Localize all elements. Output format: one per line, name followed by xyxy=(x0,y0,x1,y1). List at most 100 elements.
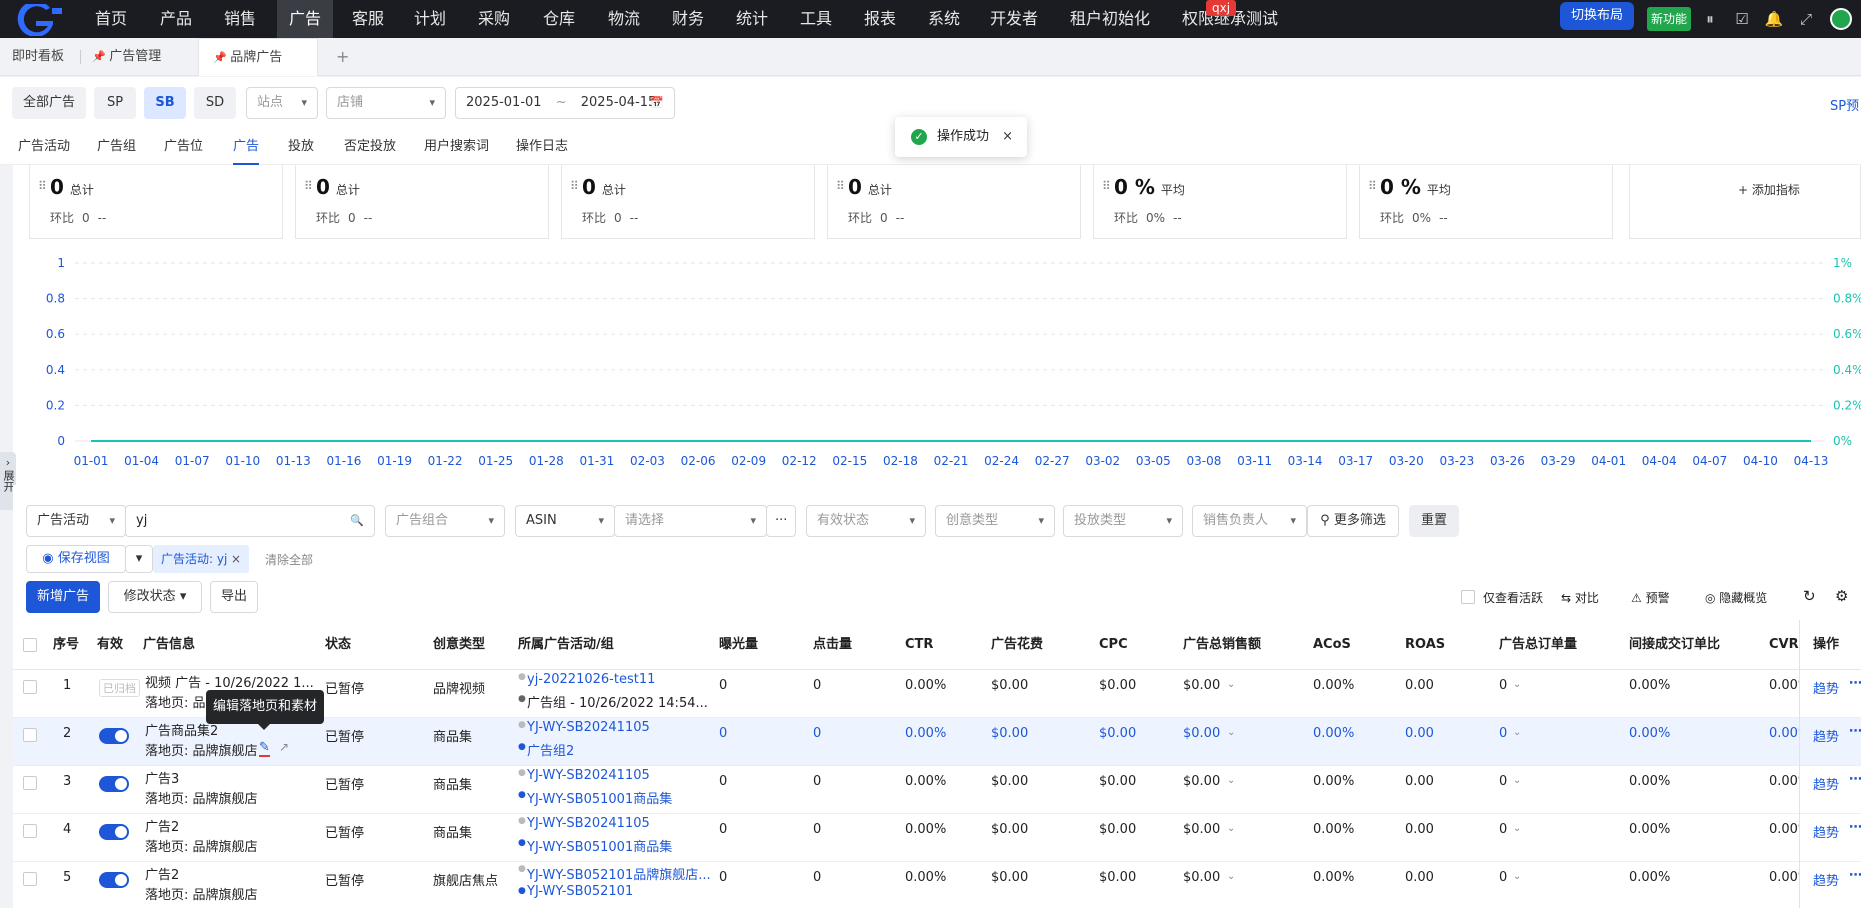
nav-item-10[interactable]: 统计 xyxy=(736,0,768,38)
close-icon[interactable]: × xyxy=(231,545,241,573)
chevron-down-icon[interactable]: ▾ xyxy=(125,545,153,573)
add-tab-button[interactable]: + xyxy=(336,38,349,76)
row-checkbox[interactable] xyxy=(23,776,37,790)
more-options-icon[interactable]: ··· xyxy=(766,505,796,537)
drag-handle-icon[interactable]: ⠿ xyxy=(38,179,47,193)
only-active-checkbox[interactable] xyxy=(1461,590,1475,604)
trend-link[interactable]: 趋势 xyxy=(1813,822,1839,841)
pause-icon[interactable]: ⏸ xyxy=(1700,9,1720,29)
column-header[interactable]: ROAS xyxy=(1405,620,1445,670)
subtab-ad[interactable]: 广告 xyxy=(233,129,260,165)
chevron-down-icon[interactable]: ⌄ xyxy=(1513,679,1521,690)
refresh-icon[interactable]: ↻ xyxy=(1803,587,1816,605)
row-checkbox[interactable] xyxy=(23,824,37,838)
chevron-down-icon[interactable]: ⌄ xyxy=(1513,823,1521,834)
trend-link[interactable]: 趋势 xyxy=(1813,678,1839,697)
shop-select[interactable]: 店铺 ▾ xyxy=(326,87,446,119)
tab-dashboard[interactable]: 即时看板 xyxy=(12,38,64,76)
row-checkbox[interactable] xyxy=(23,680,37,694)
column-header[interactable]: CTR xyxy=(905,620,933,670)
filter-sd[interactable]: SD xyxy=(194,87,236,119)
nav-item-0[interactable]: 首页 xyxy=(95,0,127,38)
nav-item-15[interactable]: 租户初始化 xyxy=(1070,0,1150,38)
nav-item-12[interactable]: 报表 xyxy=(864,0,896,38)
column-header[interactable]: 广告总销售额 xyxy=(1183,620,1261,670)
owner-select[interactable]: 销售负责人 ▾ xyxy=(1192,505,1307,537)
tab-ad-manage[interactable]: 📌 广告管理 xyxy=(92,38,161,76)
compare-button[interactable]: ⇆ 对比 xyxy=(1561,589,1599,606)
nav-item-8[interactable]: 物流 xyxy=(608,0,640,38)
more-filters-button[interactable]: ⚲ 更多筛选 xyxy=(1307,505,1399,537)
subtab-targeting[interactable]: 投放 xyxy=(288,129,314,165)
chevron-down-icon[interactable]: ⌄ xyxy=(1227,727,1235,738)
column-header[interactable]: 点击量 xyxy=(813,620,852,670)
avatar[interactable] xyxy=(1830,8,1852,30)
edit-icon[interactable]: ✎ xyxy=(259,740,270,757)
portfolio-select[interactable]: 广告组合 ▾ xyxy=(385,505,505,537)
calendar-check-icon[interactable]: ☑ xyxy=(1732,9,1752,29)
nav-item-5[interactable]: 计划 xyxy=(414,0,446,38)
select-all-checkbox[interactable] xyxy=(23,638,37,652)
logo-icon[interactable] xyxy=(16,4,62,36)
nav-item-4[interactable]: 客服 xyxy=(352,0,384,38)
clear-all-link[interactable]: 清除全部 xyxy=(265,551,313,568)
enable-toggle[interactable] xyxy=(99,776,129,792)
column-header[interactable]: 创意类型 xyxy=(433,620,485,670)
asin-type-select[interactable]: ASIN ▾ xyxy=(515,505,615,537)
column-header[interactable]: CPC xyxy=(1099,620,1128,670)
metric-card[interactable]: ⠿ 0 % 平均 环比 0% -- xyxy=(1359,165,1613,239)
nav-item-1[interactable]: 产品 xyxy=(160,0,192,38)
alert-button[interactable]: ⚠ 预警 xyxy=(1631,589,1670,606)
metric-card[interactable]: ⠿ 0 总计 环比 0 -- xyxy=(561,165,815,239)
more-icon[interactable]: ⋯ xyxy=(1849,724,1861,739)
chevron-down-icon[interactable]: ⌄ xyxy=(1513,727,1521,738)
search-field-select[interactable]: 广告活动 ▾ xyxy=(26,505,126,537)
trend-link[interactable]: 趋势 xyxy=(1813,726,1839,745)
drag-handle-icon[interactable]: ⠿ xyxy=(1368,179,1377,193)
asin-select[interactable]: 请选择 ▾ xyxy=(614,505,767,537)
table-row[interactable]: 3 广告3 落地页: 品牌旗舰店 已暂停 商品集 YJ-WY-SB20241105 YJ-W… xyxy=(13,766,1861,814)
drag-handle-icon[interactable]: ⠿ xyxy=(570,179,579,193)
drag-handle-icon[interactable]: ⠿ xyxy=(304,179,313,193)
chevron-down-icon[interactable]: ⌄ xyxy=(1513,775,1521,786)
chevron-down-icon[interactable]: ⌄ xyxy=(1227,871,1235,882)
date-range-picker[interactable]: 2025-01-01 ~ 2025-04-15 📅 xyxy=(455,87,675,119)
targeting-select[interactable]: 投放类型 ▾ xyxy=(1063,505,1183,537)
filter-sp[interactable]: SP xyxy=(94,87,136,119)
save-view-button[interactable]: ◉ 保存视图 xyxy=(26,545,126,573)
column-header[interactable]: 间接成交订单比 xyxy=(1629,620,1720,670)
drag-handle-icon[interactable]: ⠿ xyxy=(836,179,845,193)
nav-item-14[interactable]: 开发者 xyxy=(990,0,1038,38)
nav-item-2[interactable]: 销售 xyxy=(224,0,256,38)
column-header[interactable]: ACoS xyxy=(1313,620,1351,670)
chevron-down-icon[interactable]: ⌄ xyxy=(1513,871,1521,882)
site-select[interactable]: 站点 ▾ xyxy=(246,87,318,119)
column-header[interactable]: 所属广告活动/组 xyxy=(518,620,614,670)
gear-icon[interactable]: ⚙ xyxy=(1835,587,1848,605)
nav-item-11[interactable]: 工具 xyxy=(800,0,832,38)
row-checkbox[interactable] xyxy=(23,872,37,886)
table-row[interactable]: 2 广告商品集2 落地页: 品牌旗舰店 ✎ ↗ 已暂停 商品集 YJ-WY-SB2024110… xyxy=(13,718,1861,766)
table-row[interactable]: 5 广告2 落地页: 品牌旗舰店 已暂停 旗舰店焦点 YJ-WY-SB052101品牌旗舰… xyxy=(13,862,1861,908)
nav-item-7[interactable]: 仓库 xyxy=(543,0,575,38)
more-icon[interactable]: ⋯ xyxy=(1849,868,1861,883)
drag-handle-icon[interactable]: ⠿ xyxy=(1102,179,1111,193)
hide-overview-button[interactable]: ◎ 隐藏概览 xyxy=(1705,589,1767,606)
add-metric-card[interactable]: + 添加指标 xyxy=(1629,165,1861,239)
row-checkbox[interactable] xyxy=(23,728,37,742)
filter-sb[interactable]: SB xyxy=(144,87,186,119)
subtab-adgroup[interactable]: 广告组 xyxy=(97,129,136,165)
metric-card[interactable]: ⠿ 0 总计 环比 0 -- xyxy=(295,165,549,239)
enable-toggle[interactable] xyxy=(99,728,129,744)
external-link-icon[interactable]: ↗ xyxy=(279,740,289,754)
enable-toggle[interactable] xyxy=(99,872,129,888)
bell-icon[interactable]: 🔔 xyxy=(1764,9,1784,29)
close-icon[interactable]: × xyxy=(1002,117,1013,157)
column-header[interactable]: 广告总订单量 xyxy=(1499,620,1577,670)
trend-link[interactable]: 趋势 xyxy=(1813,870,1839,889)
new-ad-button[interactable]: 新增广告 xyxy=(26,581,100,613)
switch-layout-button[interactable]: 切换布局 xyxy=(1560,2,1634,30)
nav-item-6[interactable]: 采购 xyxy=(478,0,510,38)
column-header[interactable]: 广告信息 xyxy=(143,620,195,670)
search-input[interactable]: yj 🔍 xyxy=(125,505,375,537)
